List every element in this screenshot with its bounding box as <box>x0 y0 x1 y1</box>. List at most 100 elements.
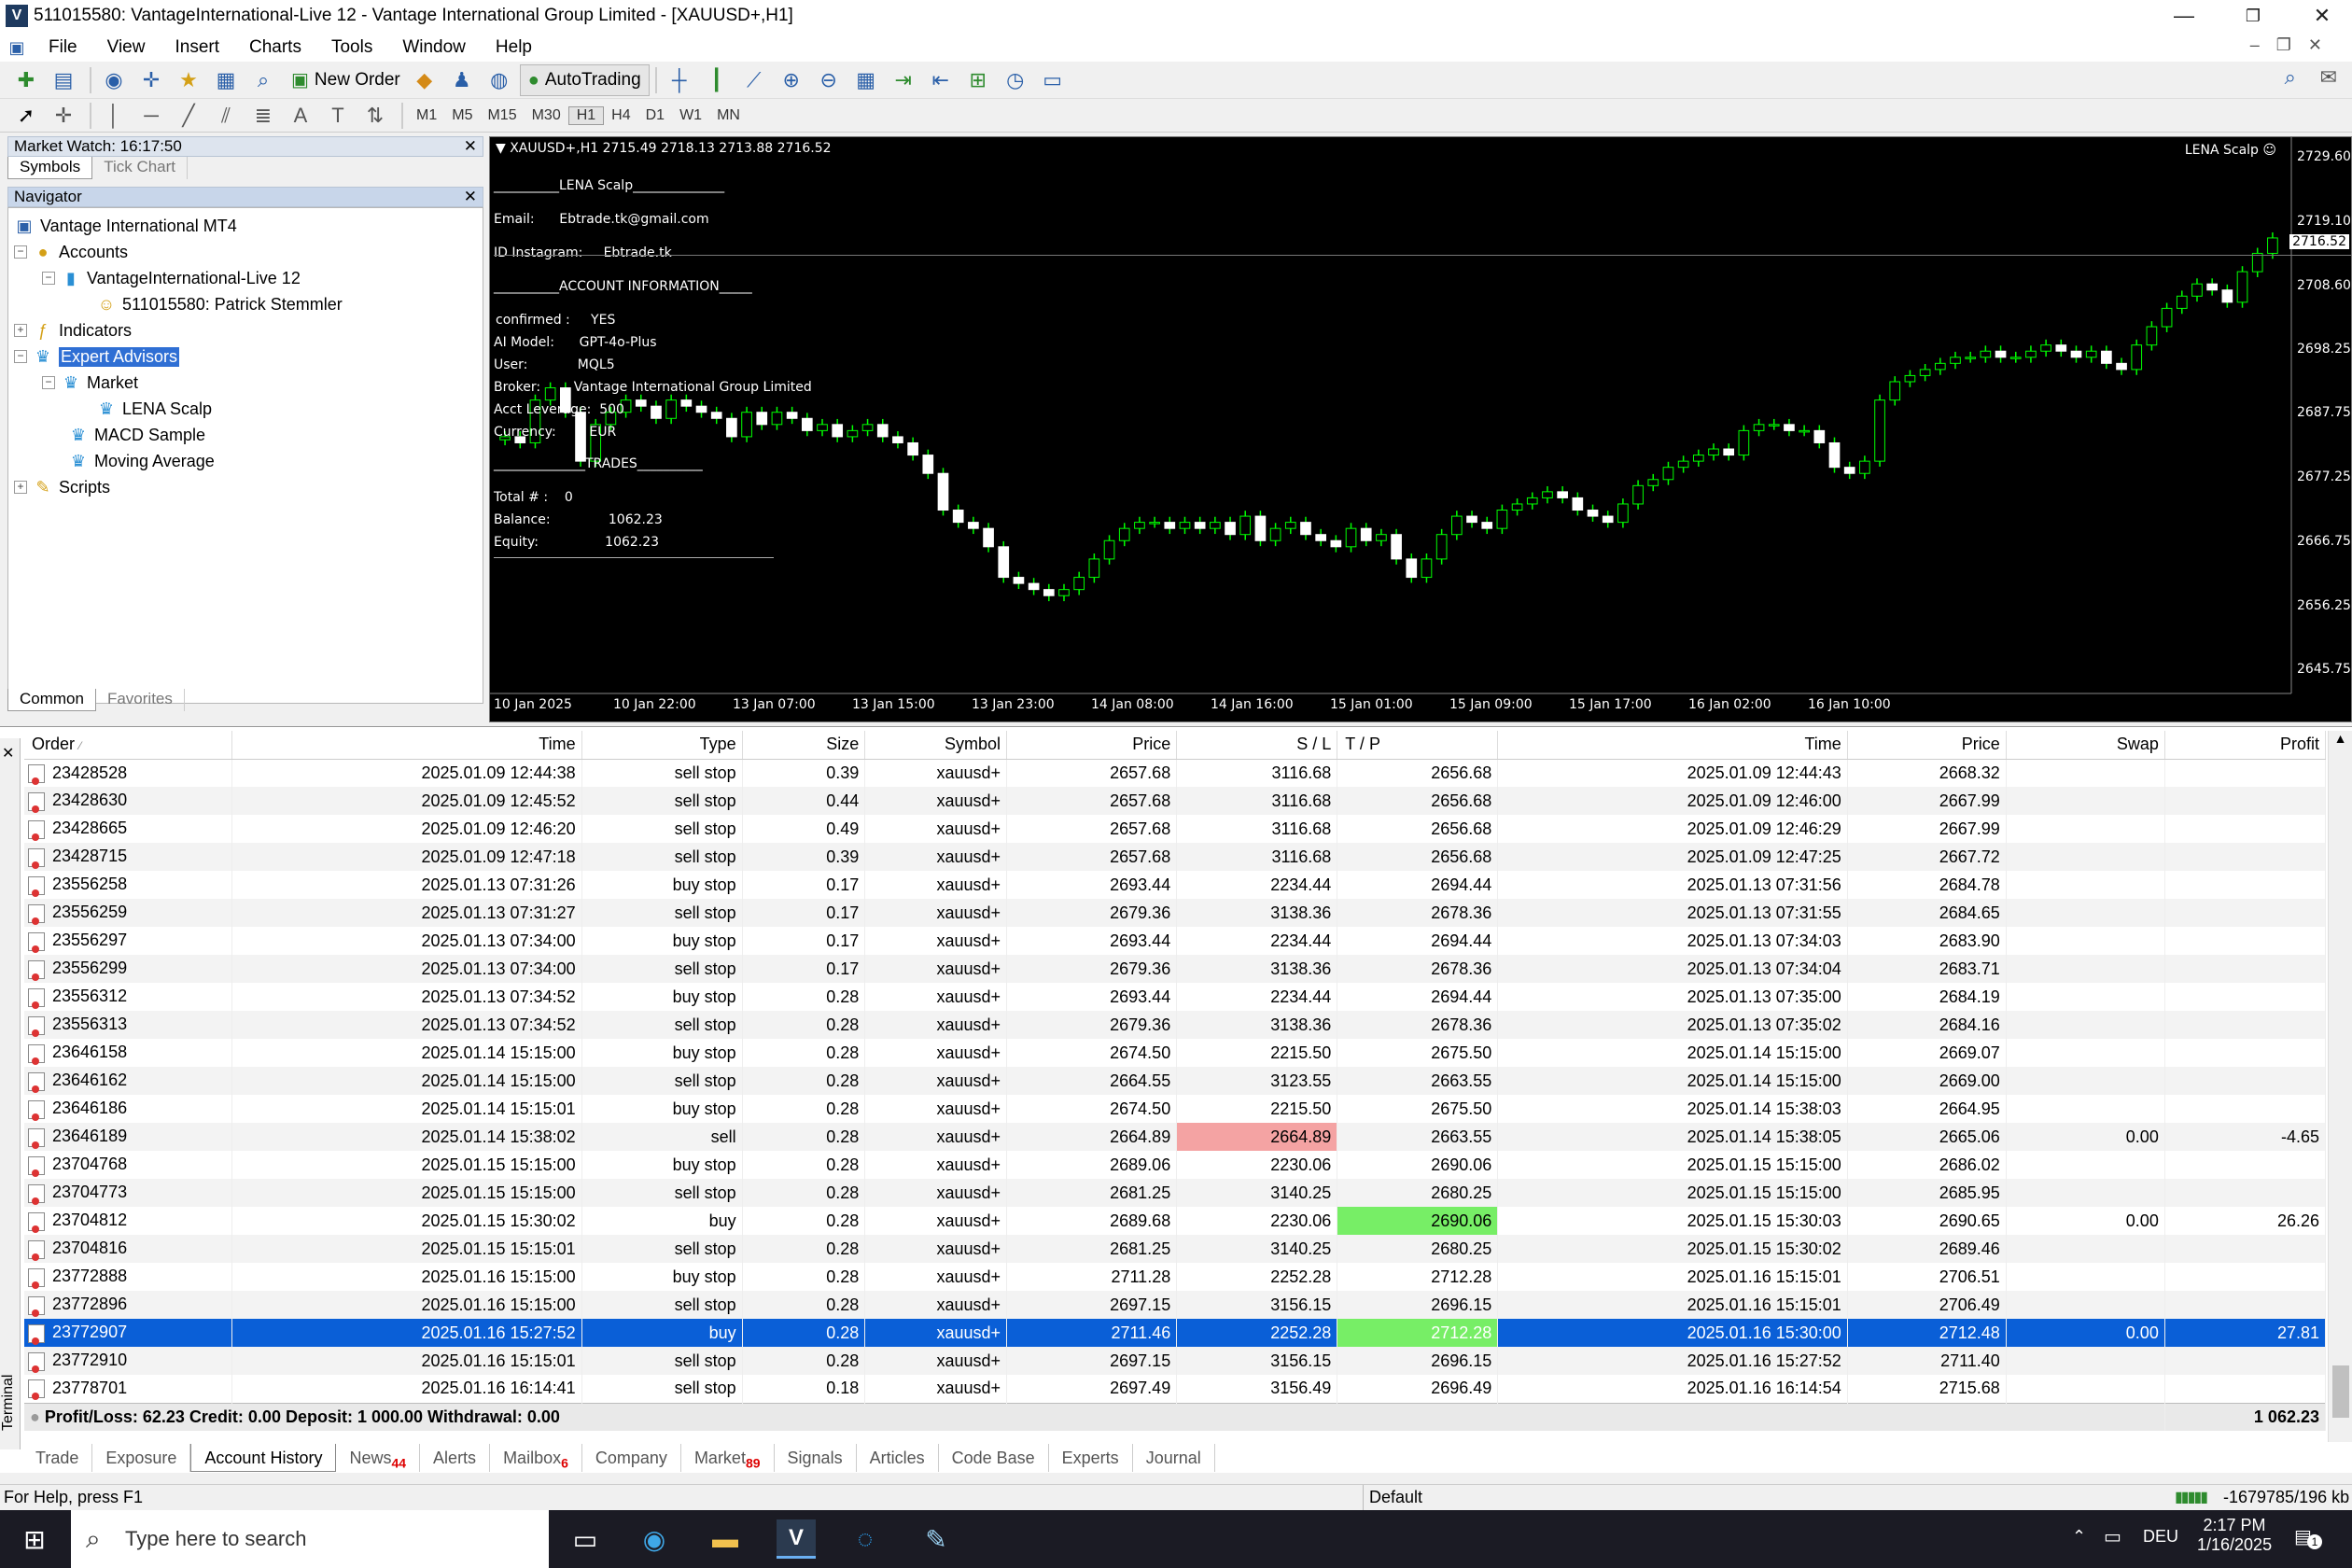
task-view-icon[interactable]: ▭ <box>566 1519 605 1559</box>
table-row[interactable]: 23556297 2025.01.13 07:34:00 buy stop 0.17 x… <box>24 927 2327 955</box>
collapse-icon[interactable]: − <box>14 350 27 363</box>
timeframe-d1[interactable]: D1 <box>638 107 672 124</box>
timeframe-w1[interactable]: W1 <box>672 107 709 124</box>
tree-lena-scalp[interactable]: ♛ LENA Scalp <box>96 397 212 421</box>
table-row[interactable]: 23646189 2025.01.14 15:38:02 sell 0.28 xauus… <box>24 1123 2327 1151</box>
new-chart-icon[interactable]: ✚ <box>9 64 43 96</box>
terminal-icon[interactable]: ▦ <box>209 64 243 96</box>
menu-window[interactable]: Window <box>387 34 481 62</box>
table-row[interactable]: 23646158 2025.01.14 15:15:00 buy stop 0.28 x… <box>24 1039 2327 1067</box>
menu-view[interactable]: View <box>92 34 161 62</box>
tab-experts[interactable]: Experts <box>1049 1444 1133 1472</box>
text-icon[interactable]: A <box>284 100 317 132</box>
minimize-button[interactable]: — <box>2156 2 2212 32</box>
table-row[interactable]: 23428715 2025.01.09 12:47:18 sell stop 0.39… <box>24 843 2327 871</box>
search-icon[interactable]: ⌕ <box>2285 65 2296 90</box>
data-window-icon[interactable]: ✛ <box>134 64 168 96</box>
windows-start-icon[interactable]: ⊞ <box>15 1519 54 1559</box>
close-button[interactable]: ✕ <box>2294 2 2350 32</box>
timeframe-h1[interactable]: H1 <box>567 105 605 125</box>
metaeditor-icon[interactable]: ◆ <box>408 64 441 96</box>
menu-insert[interactable]: Insert <box>160 34 234 62</box>
timeframe-m30[interactable]: M30 <box>525 107 568 124</box>
menu-charts[interactable]: Charts <box>234 34 316 62</box>
table-row[interactable]: 23778701 2025.01.16 16:14:41 sell stop 0.18… <box>24 1375 2327 1403</box>
close-icon[interactable]: ✕ <box>2 744 14 763</box>
restore-button[interactable]: ❐ <box>2225 2 2281 32</box>
paint-icon[interactable]: ✎ <box>917 1519 956 1559</box>
table-row[interactable]: 23772910 2025.01.16 15:15:01 sell stop 0.28… <box>24 1347 2327 1375</box>
tree-market[interactable]: − ♛ Market <box>42 371 138 395</box>
vertical-line-icon[interactable]: │ <box>97 100 131 132</box>
collapse-icon[interactable]: − <box>42 272 55 285</box>
timeframe-m5[interactable]: M5 <box>444 107 480 124</box>
notification-icon[interactable]: ▤ 1 <box>2294 1525 2322 1549</box>
timeframe-m15[interactable]: M15 <box>480 107 524 124</box>
tab-signals[interactable]: Signals <box>775 1444 857 1472</box>
col-close-price[interactable]: Price <box>1847 731 2007 760</box>
col-swap[interactable]: Swap <box>2006 731 2165 760</box>
col-order[interactable]: Order ⁄ <box>24 731 233 760</box>
price-chart[interactable]: ▼ XAUUSD+,H1 2715.49 2718.13 2713.88 271… <box>489 136 2352 722</box>
table-row[interactable]: 23704773 2025.01.15 15:15:00 sell stop 0.28… <box>24 1179 2327 1207</box>
sync-app-icon[interactable]: ◌ <box>846 1519 885 1559</box>
table-row[interactable]: 23772907 2025.01.16 15:27:52 buy 0.28 xauusd… <box>24 1319 2327 1347</box>
mdi-controls[interactable]: –❐✕ <box>2250 35 2339 55</box>
table-row[interactable]: 23772888 2025.01.16 15:15:00 buy stop 0.28 x… <box>24 1263 2327 1291</box>
metatrader-taskbar-icon[interactable]: V <box>777 1519 816 1559</box>
zoom-in-icon[interactable]: ⊕ <box>775 64 808 96</box>
tab-exposure[interactable]: Exposure <box>92 1444 191 1472</box>
timeframe-h4[interactable]: H4 <box>604 107 637 124</box>
menu-file[interactable]: File <box>34 34 92 62</box>
table-row[interactable]: 23556259 2025.01.13 07:31:27 sell stop 0.17… <box>24 899 2327 927</box>
tray-chevron-icon[interactable]: ⌃ <box>2072 1527 2086 1547</box>
table-row[interactable]: 23646162 2025.01.14 15:15:00 sell stop 0.28… <box>24 1067 2327 1095</box>
table-row[interactable]: 23428665 2025.01.09 12:46:20 sell stop 0.49… <box>24 815 2327 843</box>
scroll-thumb[interactable] <box>2332 1365 2349 1418</box>
autoscroll-icon[interactable]: ⇥ <box>887 64 920 96</box>
tree-indicators[interactable]: + ƒ Indicators <box>14 318 132 343</box>
trendline-icon[interactable]: ╱ <box>172 100 205 132</box>
tree-accounts[interactable]: − ● Accounts <box>14 240 128 264</box>
collapse-icon[interactable]: − <box>14 245 27 259</box>
col-tp[interactable]: T / P <box>1337 731 1499 760</box>
tab-journal[interactable]: Journal <box>1133 1444 1215 1472</box>
table-row[interactable]: 23646186 2025.01.14 15:15:01 buy stop 0.28 x… <box>24 1095 2327 1123</box>
network-icon[interactable]: ▭ <box>2104 1525 2121 1548</box>
navigator-icon[interactable]: ★ <box>172 64 205 96</box>
timeframe-mn[interactable]: MN <box>709 107 748 124</box>
tab-company[interactable]: Company <box>582 1444 681 1472</box>
tab-symbols[interactable]: Symbols <box>7 157 93 179</box>
tab-trade[interactable]: Trade <box>22 1444 93 1472</box>
tree-root[interactable]: ▣ Vantage International MT4 <box>14 214 236 238</box>
tab-market[interactable]: Market89 <box>681 1444 775 1472</box>
tester-icon[interactable]: ⌕ <box>246 64 280 96</box>
fibonacci-icon[interactable]: ≣ <box>246 100 280 132</box>
crosshair-icon[interactable]: ✛ <box>47 100 80 132</box>
menu-tools[interactable]: Tools <box>316 34 387 62</box>
table-row[interactable]: 23556299 2025.01.13 07:34:00 sell stop 0.17… <box>24 955 2327 983</box>
tree-moving-average[interactable]: ♛ Moving Average <box>68 449 215 473</box>
tree-macd-sample[interactable]: ♛ MACD Sample <box>68 423 205 447</box>
market-watch-icon[interactable]: ◉ <box>97 64 131 96</box>
tile-windows-icon[interactable]: ▦ <box>849 64 883 96</box>
candlestick-icon[interactable]: ┃ <box>700 64 734 96</box>
table-row[interactable]: 23704816 2025.01.15 15:15:01 sell stop 0.28… <box>24 1235 2327 1263</box>
tab-alerts[interactable]: Alerts <box>420 1444 491 1472</box>
expand-icon[interactable]: + <box>14 324 27 337</box>
new-order-button[interactable]: ▣ New Order <box>284 64 408 96</box>
autotrading-button[interactable]: ● AutoTrading <box>519 63 650 96</box>
market-icon[interactable]: ◍ <box>483 64 516 96</box>
arrows-icon[interactable]: ⇅ <box>358 100 392 132</box>
tree-server[interactable]: − ▮ VantageInternational-Live 12 <box>42 266 301 290</box>
tree-scripts[interactable]: + ✎ Scripts <box>14 475 110 499</box>
menu-help[interactable]: Help <box>481 34 547 62</box>
vertical-scrollbar[interactable]: ▲ <box>2328 731 2352 1442</box>
tab-articles[interactable]: Articles <box>857 1444 939 1472</box>
col-open-price[interactable]: Price <box>1006 731 1178 760</box>
bar-chart-icon[interactable]: ┼ <box>663 64 696 96</box>
file-explorer-icon[interactable]: ▬ <box>706 1519 745 1559</box>
edge-icon[interactable]: ◉ <box>635 1519 674 1559</box>
tab-account-history[interactable]: Account History <box>190 1444 337 1472</box>
text-label-icon[interactable]: T <box>321 100 355 132</box>
